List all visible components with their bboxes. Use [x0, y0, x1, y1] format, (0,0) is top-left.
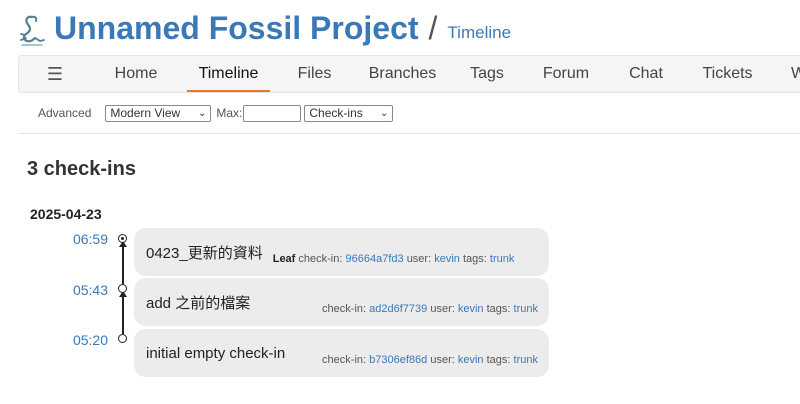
- user-link[interactable]: kevin: [458, 303, 484, 315]
- menu-item-branches[interactable]: Branches: [353, 56, 452, 92]
- type-select[interactable]: Check-ins ⌄: [304, 104, 394, 122]
- checkin-meta: check-in: b7306ef86d user: kevin tags: t…: [322, 354, 538, 366]
- graph-rail: [122, 244, 124, 284]
- leaf-badge: Leaf: [272, 253, 296, 265]
- menu-item-wiki[interactable]: Wiki: [773, 56, 800, 92]
- tag-link[interactable]: trunk: [514, 354, 538, 366]
- view-select[interactable]: Modern View ⌄: [105, 104, 212, 122]
- tags-label: tags:: [462, 253, 487, 265]
- view-select-value: Modern View: [110, 106, 181, 120]
- checkin-count-heading: 3 check-ins: [27, 158, 136, 180]
- checkin-hash-link[interactable]: b7306ef86d: [369, 354, 427, 366]
- checkin-meta: Leaf check-in: 96664a7fd3 user: kevin ta…: [273, 253, 515, 265]
- menu-item-files[interactable]: Files: [276, 56, 353, 92]
- graph-node[interactable]: [118, 284, 127, 293]
- checkin-comment: initial empty check-in: [146, 344, 286, 362]
- menu-item-timeline[interactable]: Timeline: [181, 56, 276, 92]
- advanced-link[interactable]: Advanced: [38, 106, 91, 120]
- user-link[interactable]: kevin: [434, 253, 460, 265]
- submenu-divider: [18, 133, 800, 134]
- menu-item-home[interactable]: Home: [91, 56, 181, 92]
- tag-link[interactable]: trunk: [514, 303, 538, 315]
- type-select-value: Check-ins: [309, 106, 363, 120]
- graph-node-leaf[interactable]: [118, 234, 127, 243]
- checkin-entry: 0423_更新的資料 Leaf check-in: 96664a7fd3 use…: [134, 228, 549, 276]
- checkin-time[interactable]: 05:20: [66, 332, 108, 348]
- title-separator: /: [428, 10, 438, 46]
- user-label: user:: [430, 354, 455, 366]
- page-title: Timeline: [447, 23, 512, 42]
- graph-node[interactable]: [118, 334, 127, 343]
- checkin-entry: add 之前的檔案 check-in: ad2d6f7739 user: kev…: [134, 278, 549, 326]
- checkin-meta: check-in: ad2d6f7739 user: kevin tags: t…: [322, 303, 538, 315]
- checkin-label: check-in:: [322, 303, 367, 315]
- checkin-time[interactable]: 06:59: [66, 231, 108, 247]
- checkin-comment: add 之前的檔案: [146, 294, 251, 312]
- fossil-logo-icon[interactable]: [18, 14, 46, 48]
- timeline-date: 2025-04-23: [30, 206, 102, 222]
- graph-rail: [122, 294, 124, 334]
- tags-label: tags:: [486, 354, 511, 366]
- checkin-entry: initial empty check-in check-in: b7306ef…: [134, 329, 549, 377]
- menu-item-chat[interactable]: Chat: [610, 56, 682, 92]
- checkin-time[interactable]: 05:43: [66, 282, 108, 298]
- checkin-label: check-in:: [322, 354, 367, 366]
- user-label: user:: [430, 303, 455, 315]
- chevron-down-icon: ⌄: [197, 107, 207, 119]
- user-label: user:: [406, 253, 432, 265]
- checkin-comment: 0423_更新的資料: [146, 244, 263, 262]
- max-input[interactable]: [243, 104, 302, 122]
- user-link[interactable]: kevin: [458, 354, 484, 366]
- checkin-hash-link[interactable]: 96664a7fd3: [346, 253, 404, 265]
- page-header: Unnamed Fossil Project / Timeline: [18, 4, 511, 48]
- menu-item-tags[interactable]: Tags: [452, 56, 522, 92]
- menu-item-forum[interactable]: Forum: [522, 56, 610, 92]
- hamburger-menu-icon[interactable]: ☰: [19, 56, 91, 92]
- timeline-submenu: Advanced Modern View ⌄ Max: Check-ins ⌄: [18, 100, 394, 126]
- chevron-down-icon: ⌄: [380, 107, 389, 119]
- checkin-hash-link[interactable]: ad2d6f7739: [369, 303, 427, 315]
- max-label: Max:: [216, 106, 243, 120]
- project-title[interactable]: Unnamed Fossil Project: [54, 8, 419, 48]
- checkin-label: check-in:: [298, 253, 343, 265]
- main-menu: ☰ Home Timeline Files Branches Tags Foru…: [18, 55, 800, 93]
- tags-label: tags:: [486, 303, 511, 315]
- tag-link[interactable]: trunk: [490, 253, 514, 265]
- menu-item-tickets[interactable]: Tickets: [682, 56, 773, 92]
